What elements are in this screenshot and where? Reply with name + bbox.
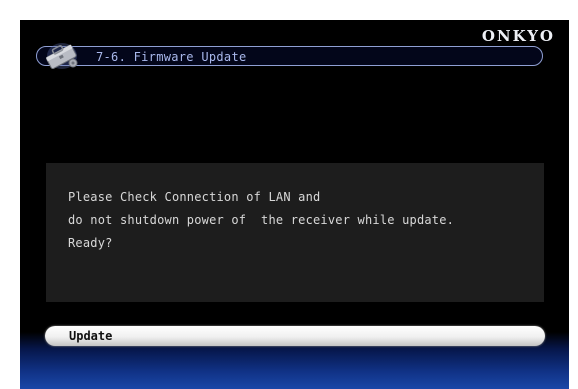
brand-logo: ONKYO bbox=[481, 27, 555, 45]
message-line: Please Check Connection of LAN and bbox=[68, 190, 321, 204]
update-button-label: Update bbox=[69, 329, 113, 343]
screenshot-frame: ONKYO 7-6. Firmware Update Please Check … bbox=[0, 0, 578, 389]
settings-toolbox-icon bbox=[45, 43, 78, 70]
message-panel: Please Check Connection of LAN and do no… bbox=[46, 163, 544, 302]
message-line: Ready? bbox=[68, 236, 113, 250]
receiver-osd-screen: ONKYO 7-6. Firmware Update Please Check … bbox=[20, 20, 569, 389]
message-line: do not shutdown power of the receiver wh… bbox=[68, 213, 455, 227]
page-title: 7-6. Firmware Update bbox=[96, 50, 247, 64]
update-button[interactable]: Update bbox=[45, 326, 545, 346]
